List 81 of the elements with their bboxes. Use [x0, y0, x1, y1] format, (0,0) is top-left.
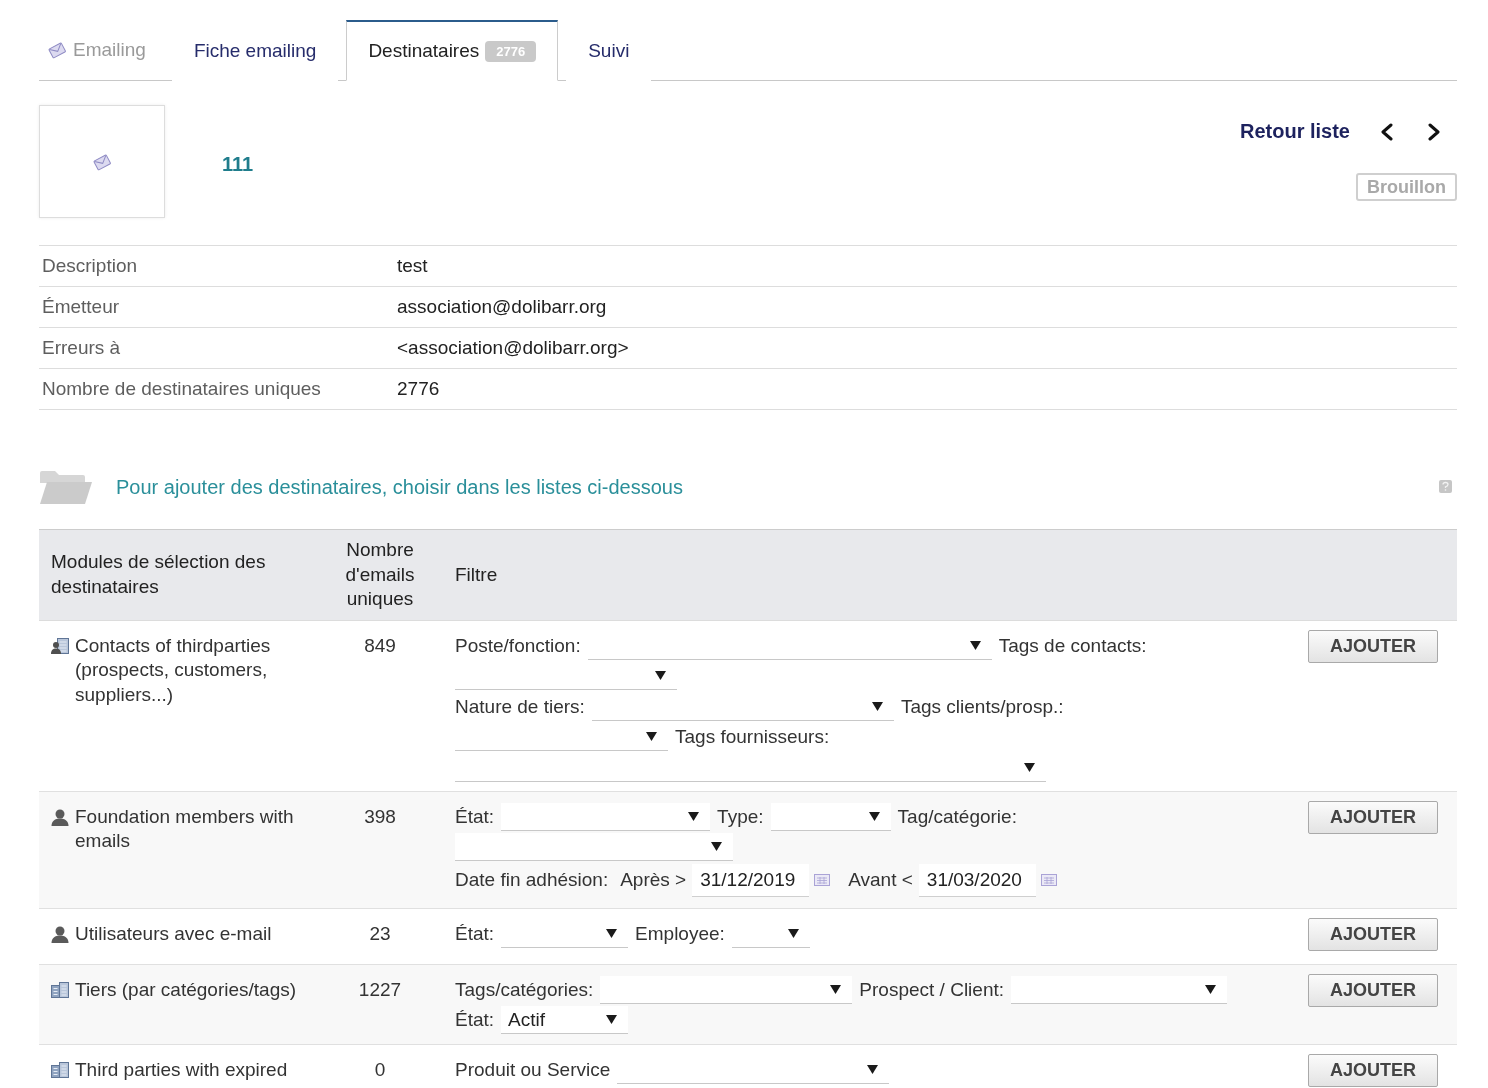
range-label: Après > [620, 869, 687, 891]
email-count: 0 [374, 1058, 386, 1082]
date-field[interactable]: 31/12/2019 [692, 863, 810, 897]
date-field[interactable]: 31/03/2020 [918, 863, 1036, 897]
caret-icon [867, 1065, 879, 1074]
building-person-icon [51, 637, 69, 654]
person-icon [51, 808, 69, 826]
filter-label: État: [455, 1009, 495, 1031]
record-ref: 111 [222, 153, 254, 176]
caret-icon [868, 811, 880, 821]
caret-icon [606, 928, 618, 938]
field-value: association@dolibarr.org [397, 296, 607, 318]
field-value: <association@dolibarr.org> [397, 337, 629, 359]
column-header: Nombre d'emails uniques [344, 538, 416, 611]
select-field[interactable] [455, 833, 733, 861]
module-name: Third parties with expired [75, 1058, 289, 1082]
filter-label: Poste/fonction: [455, 634, 581, 657]
building-icon [51, 981, 69, 998]
folder-icon [39, 470, 93, 505]
calendar-icon[interactable] [1040, 874, 1057, 886]
email-count: 398 [364, 804, 396, 829]
caret-icon [655, 671, 666, 680]
caret-icon [969, 640, 981, 650]
section-title: Pour ajouter des destinataires, choisir dans les listes ci-dessous [116, 476, 683, 499]
filter-label: Type: [717, 805, 764, 828]
building-icon [51, 1062, 69, 1078]
field-label: Nombre de destinataires uniques [42, 378, 321, 400]
caret-icon [787, 928, 799, 938]
filter-label: Tag/catégorie: [897, 805, 1017, 828]
column-header: Filtre [455, 562, 498, 587]
filter-label: Employee: [635, 922, 725, 945]
chevron-left-icon[interactable] [1380, 122, 1394, 141]
filter-label: Tags fournisseurs: [675, 726, 830, 748]
filter-label: Prospect / Client: [859, 978, 1005, 1001]
select-field[interactable] [600, 975, 853, 1004]
module-name: Foundation members with emails [75, 804, 295, 853]
select-field[interactable]: Actif [501, 1006, 629, 1034]
add-button[interactable]: AJOUTER [1308, 973, 1438, 1007]
filter-label: Tags/catégories: [455, 978, 594, 1001]
select-field[interactable] [501, 802, 711, 831]
select-field[interactable] [1011, 975, 1228, 1004]
email-count: 849 [364, 633, 396, 658]
caret-icon [646, 732, 657, 741]
caret-icon [1024, 762, 1035, 772]
filter-label: Nature de tiers: [455, 695, 585, 718]
filter-label: Date fin adhésion: [455, 869, 609, 891]
add-button[interactable]: AJOUTER [1308, 629, 1438, 663]
caret-icon [871, 701, 883, 711]
filter-label: État: [455, 805, 495, 828]
caret-icon [606, 1015, 618, 1024]
filter-label: Tags clients/prosp.: [900, 695, 1064, 718]
field-label: Émetteur [42, 296, 120, 318]
email-count: 1227 [358, 977, 402, 1002]
field-value: 2776 [397, 378, 440, 400]
back-link[interactable]: Retour liste [1239, 120, 1350, 143]
module-title: Emailing [73, 39, 146, 61]
field-value: test [397, 255, 428, 277]
module-name: Contacts of thirdparties (prospects, customers, suppliers...) [75, 633, 272, 707]
caret-icon [711, 842, 722, 851]
field-label: Erreurs à [42, 337, 121, 359]
filter-label: État: [455, 922, 495, 945]
caret-icon [688, 811, 700, 821]
module-name: Tiers (par catégories/tags) [75, 977, 298, 1002]
add-button[interactable]: AJOUTER [1308, 1054, 1438, 1087]
filter-label: Produit ou Service [455, 1059, 611, 1081]
caret-icon [1205, 984, 1217, 994]
range-label: Avant < [848, 869, 913, 891]
filter-label: Tags de contacts: [998, 634, 1147, 657]
field-label: Description [42, 255, 138, 277]
add-button[interactable]: AJOUTER [1308, 800, 1438, 834]
select-field[interactable] [770, 802, 891, 831]
calendar-icon[interactable] [814, 874, 831, 886]
add-button[interactable]: AJOUTER [1308, 917, 1438, 951]
help-icon[interactable] [1439, 479, 1452, 493]
person-icon [51, 925, 69, 943]
column-header: Modules de sélection des destinataires [51, 550, 267, 599]
status-badge: Brouillon [1356, 173, 1457, 201]
caret-icon [830, 984, 842, 994]
email-count: 23 [369, 921, 391, 946]
module-name: Utilisateurs avec e-mail [75, 921, 273, 946]
chevron-right-icon[interactable] [1427, 122, 1441, 141]
